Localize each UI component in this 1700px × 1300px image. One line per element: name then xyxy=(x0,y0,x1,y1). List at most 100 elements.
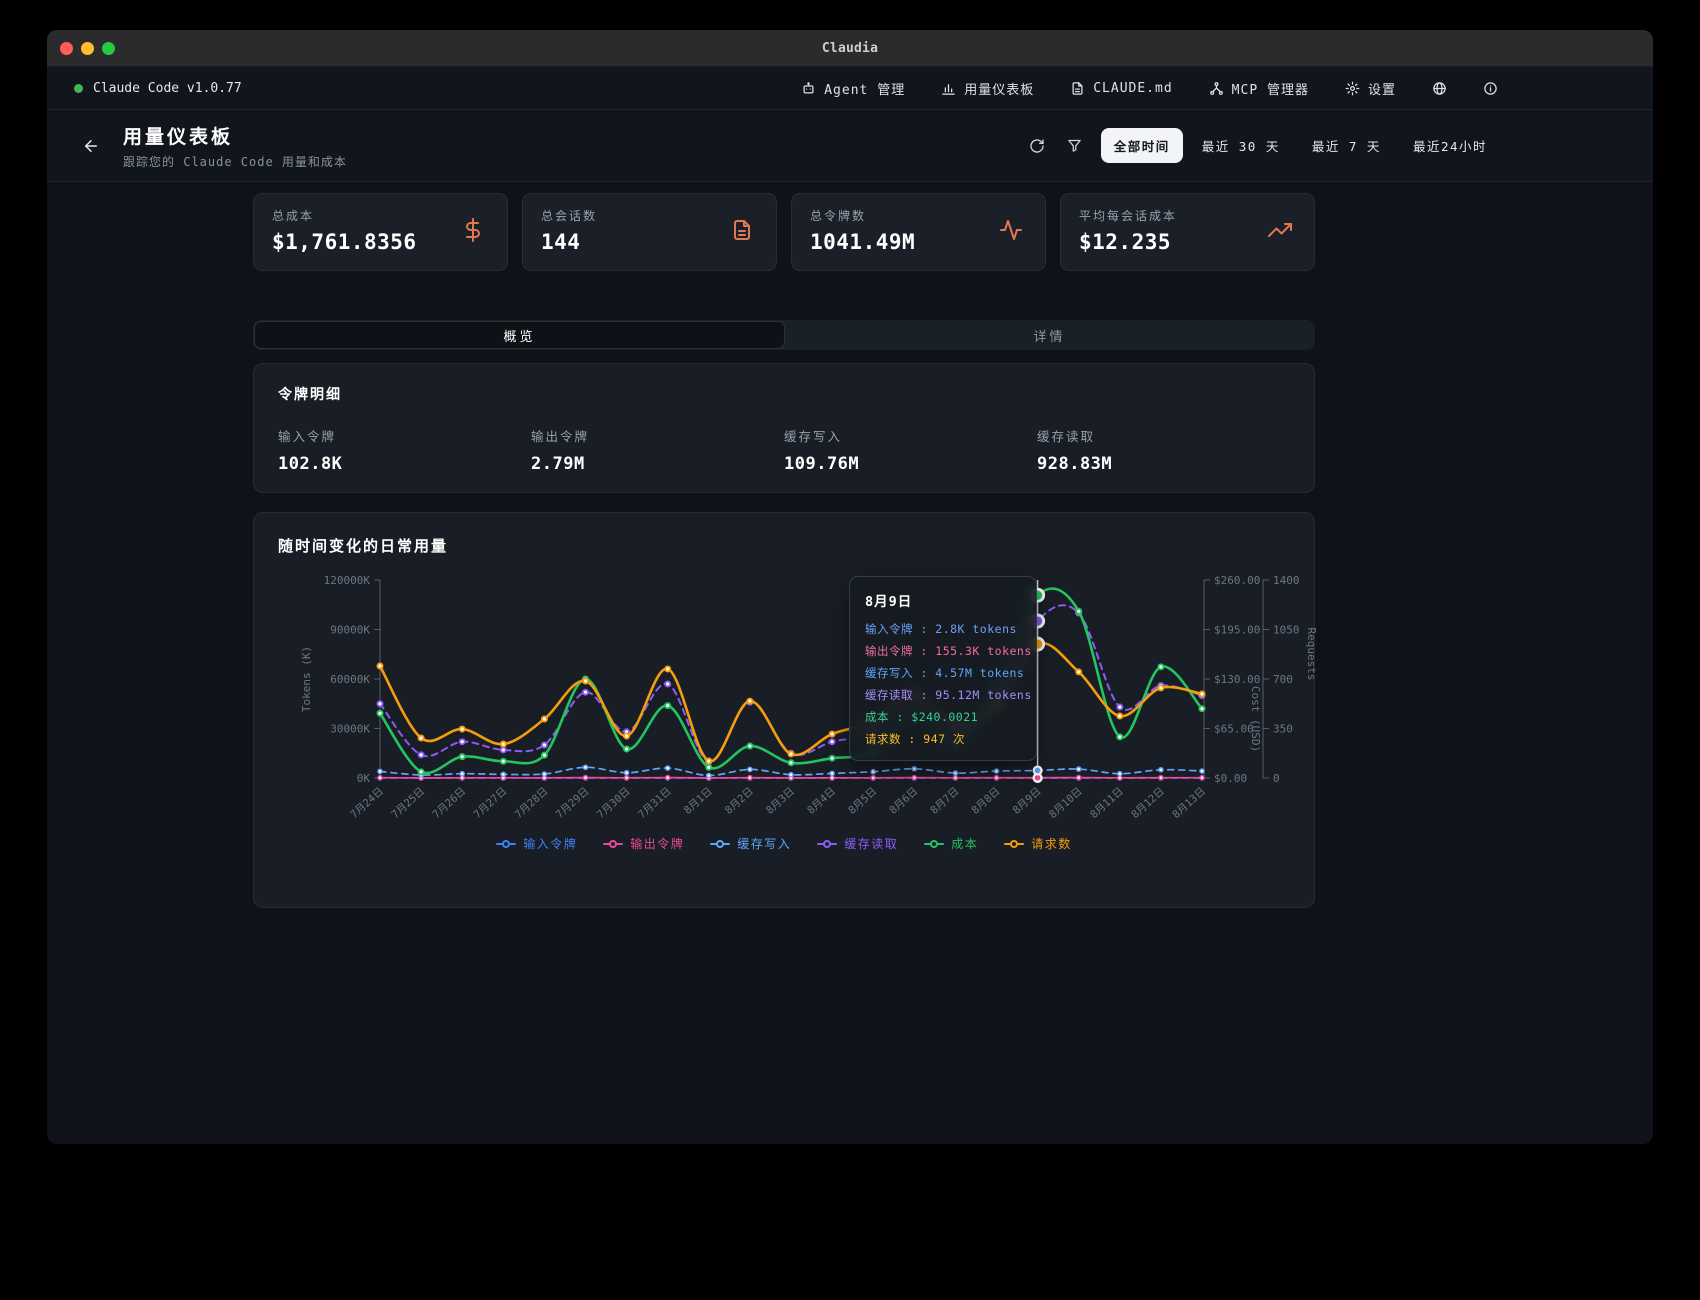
legend-item-0[interactable]: 输入令牌 xyxy=(496,835,577,852)
top-navbar: Claude Code v1.0.77 Agent 管理用量仪表板CLAUDE.… xyxy=(47,67,1653,110)
minimize-button[interactable] xyxy=(81,42,94,55)
legend-item-5[interactable]: 请求数 xyxy=(1004,835,1072,852)
titlebar: Claudia xyxy=(47,30,1653,67)
view-tabs: 概览详情 xyxy=(253,320,1315,350)
back-button[interactable] xyxy=(77,132,105,160)
svg-text:8月3日: 8月3日 xyxy=(764,785,797,816)
legend-label: 请求数 xyxy=(1031,835,1072,852)
legend-label: 输出令牌 xyxy=(630,835,684,852)
network-icon xyxy=(1209,81,1224,96)
nav-item-claude-md[interactable]: CLAUDE.md xyxy=(1070,81,1172,96)
svg-text:7月27日: 7月27日 xyxy=(472,785,510,821)
token-metric-label: 缓存读取 xyxy=(1037,426,1290,445)
page-header: 用量仪表板 跟踪您的 Claude Code 用量和成本 全部时间最近 30 天… xyxy=(47,110,1653,182)
token-metric-value: 109.76M xyxy=(784,454,1037,474)
svg-text:8月9日: 8月9日 xyxy=(1011,785,1044,816)
svg-text:7月31日: 7月31日 xyxy=(636,785,674,821)
legend-label: 缓存写入 xyxy=(737,835,791,852)
stat-label: 总成本 xyxy=(272,207,489,224)
window-title: Claudia xyxy=(822,41,878,56)
nav-item-settings[interactable]: 设置 xyxy=(1345,79,1396,98)
svg-text:$130.00: $130.00 xyxy=(1214,673,1260,686)
nav-item-language[interactable] xyxy=(1432,81,1447,96)
file-text-icon xyxy=(1070,81,1085,96)
tooltip-row: 成本 : $240.0021 xyxy=(865,709,1021,725)
time-filter-0[interactable]: 全部时间 xyxy=(1101,128,1183,163)
token-metric-value: 928.83M xyxy=(1037,454,1290,474)
nav-item-about[interactable] xyxy=(1483,81,1498,96)
legend-item-1[interactable]: 输出令牌 xyxy=(603,835,684,852)
daily-usage-chart-card: 随时间变化的日常用量 0K30000K60000K90000K120000KTo… xyxy=(253,512,1315,908)
stat-value: 144 xyxy=(541,230,758,254)
stat-value: $1,761.8356 xyxy=(272,230,489,254)
svg-text:0: 0 xyxy=(1273,772,1280,785)
token-metric: 输入令牌102.8K xyxy=(278,426,531,474)
svg-text:Requests: Requests xyxy=(1305,628,1316,681)
tab-details[interactable]: 详情 xyxy=(785,321,1314,349)
info-icon xyxy=(1483,81,1498,96)
nav-item-label: Agent 管理 xyxy=(824,79,905,98)
svg-text:$65.00: $65.00 xyxy=(1214,723,1254,736)
filter-icon xyxy=(1067,138,1082,153)
main-content: 总成本$1,761.8356总会话数144总令牌数1041.49M平均每会话成本… xyxy=(253,193,1315,908)
close-button[interactable] xyxy=(60,42,73,55)
token-metric-label: 输出令牌 xyxy=(531,426,784,445)
tooltip-row: 请求数 : 947 次 xyxy=(865,731,1021,747)
page-subtitle: 跟踪您的 Claude Code 用量和成本 xyxy=(123,153,347,170)
trending-up-icon xyxy=(1268,218,1292,242)
legend-marker-icon xyxy=(924,839,944,849)
svg-text:60000K: 60000K xyxy=(330,673,370,686)
token-metric: 缓存写入109.76M xyxy=(784,426,1037,474)
globe-icon xyxy=(1432,81,1447,96)
tooltip-row: 输出令牌 : 155.3K tokens xyxy=(865,643,1021,659)
chart-tooltip: 8月9日 输入令牌 : 2.8K tokens 输出令牌 : 155.3K tok… xyxy=(849,576,1037,761)
activity-icon xyxy=(999,218,1023,242)
svg-text:8月13日: 8月13日 xyxy=(1170,785,1208,821)
svg-text:7月24日: 7月24日 xyxy=(348,785,386,821)
svg-text:8月2日: 8月2日 xyxy=(723,785,756,816)
nav-item-mcp-manager[interactable]: MCP 管理器 xyxy=(1209,79,1309,98)
refresh-button[interactable] xyxy=(1025,134,1049,158)
legend-marker-icon xyxy=(710,839,730,849)
svg-text:350: 350 xyxy=(1273,723,1293,736)
tooltip-row: 输入令牌 : 2.8K tokens xyxy=(865,621,1021,637)
legend-marker-icon xyxy=(817,839,837,849)
nav-item-usage-dashboard[interactable]: 用量仪表板 xyxy=(941,79,1034,98)
legend-marker-icon xyxy=(496,839,516,849)
usage-chart: 0K30000K60000K90000K120000KTokens (K)$0.… xyxy=(254,553,1316,833)
svg-text:8月4日: 8月4日 xyxy=(805,785,838,816)
tooltip-date: 8月9日 xyxy=(865,590,1021,610)
stat-card-2: 总令牌数1041.49M xyxy=(791,193,1046,271)
token-metric: 输出令牌2.79M xyxy=(531,426,784,474)
token-metric-value: 102.8K xyxy=(278,454,531,474)
svg-text:8月10日: 8月10日 xyxy=(1047,785,1085,821)
file-text-icon xyxy=(730,218,754,242)
app-window: Claudia Claude Code v1.0.77 Agent 管理用量仪表… xyxy=(47,30,1653,1144)
legend-item-2[interactable]: 缓存写入 xyxy=(710,835,791,852)
header-controls: 全部时间最近 30 天最近 7 天最近24小时 xyxy=(1025,128,1500,163)
stat-label: 总令牌数 xyxy=(810,207,1027,224)
time-filter-2[interactable]: 最近 7 天 xyxy=(1299,128,1394,163)
tab-overview[interactable]: 概览 xyxy=(254,321,785,349)
nav-item-agent-manager[interactable]: Agent 管理 xyxy=(801,79,905,98)
legend-marker-icon xyxy=(1004,839,1024,849)
stat-cards: 总成本$1,761.8356总会话数144总令牌数1041.49M平均每会话成本… xyxy=(253,193,1315,271)
svg-text:7月25日: 7月25日 xyxy=(389,785,427,821)
svg-text:0K: 0K xyxy=(357,772,371,785)
nav-item-label: CLAUDE.md xyxy=(1093,81,1172,96)
token-metric: 缓存读取 928.83M xyxy=(1037,426,1290,474)
time-filter-1[interactable]: 最近 30 天 xyxy=(1189,128,1293,163)
legend-label: 成本 xyxy=(951,835,978,852)
page-title: 用量仪表板 xyxy=(123,122,347,149)
svg-text:$0.00: $0.00 xyxy=(1214,772,1247,785)
filter-button[interactable] xyxy=(1063,134,1087,158)
chart-legend: 输入令牌 输出令牌 缓存写入 缓存读取 成本 请求数 xyxy=(254,835,1314,852)
stat-card-0: 总成本 $1,761.8356 xyxy=(253,193,508,271)
tooltip-row: 缓存读取 : 95.12M tokens xyxy=(865,687,1021,703)
svg-text:700: 700 xyxy=(1273,673,1293,686)
tooltip-row: 缓存写入 : 4.57M tokens xyxy=(865,665,1021,681)
legend-item-4[interactable]: 成本 xyxy=(924,835,978,852)
time-filter-3[interactable]: 最近24小时 xyxy=(1400,128,1500,163)
zoom-button[interactable] xyxy=(102,42,115,55)
legend-item-3[interactable]: 缓存读取 xyxy=(817,835,898,852)
